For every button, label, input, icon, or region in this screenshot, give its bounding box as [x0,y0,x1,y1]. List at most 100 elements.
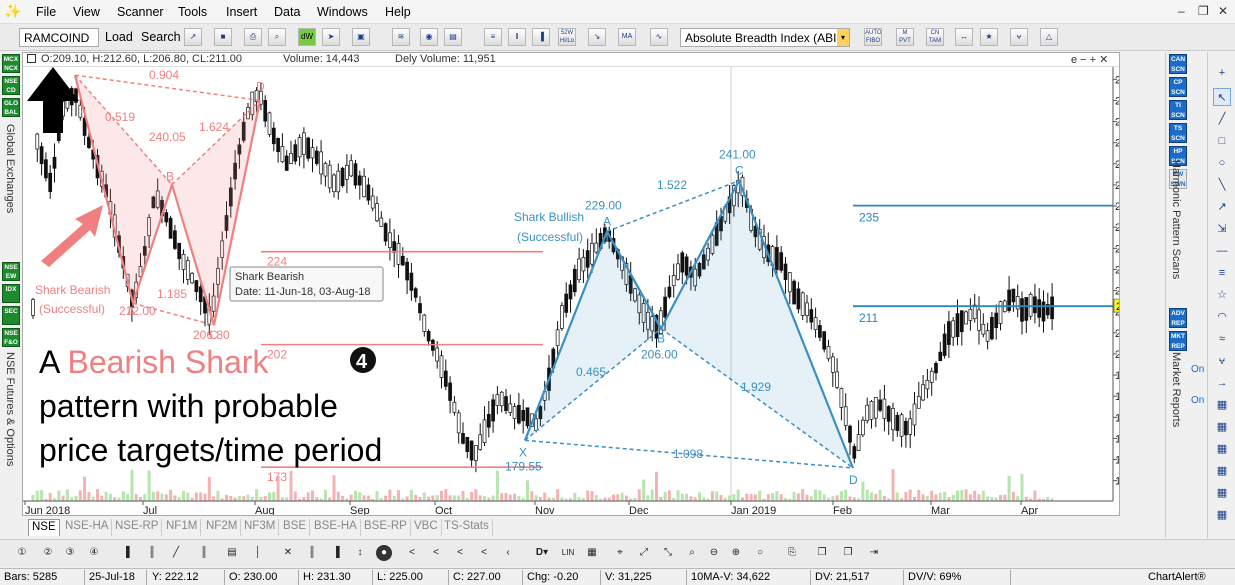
zoom-in-icon[interactable]: ⊕ [728,545,744,561]
fan-icon[interactable]: ⩝ [1010,28,1028,46]
mkt-rep-button[interactable]: MKT REP [1169,331,1187,351]
pnf-icon[interactable]: ✕ [280,545,296,561]
line-icon[interactable]: ╱ [1213,110,1231,128]
angle-icon[interactable]: < [404,545,420,561]
nse-fo-button[interactable]: NSE F&O [2,328,20,347]
ma-icon[interactable]: MA [618,28,636,46]
print-icon[interactable]: ⎙ [244,28,262,46]
menu-windows[interactable]: Windows [317,5,368,19]
tab-vbc[interactable]: VBC [411,519,442,536]
tb-icon[interactable]: ║ [304,545,320,561]
cntam-icon[interactable]: CN TAM [926,28,944,46]
chevron-down-icon[interactable]: ▾ [837,29,849,46]
global-button[interactable]: GLO BAL [2,98,20,117]
link-icon[interactable]: ≋ [392,28,410,46]
grid6-icon[interactable]: ▦ [1213,506,1231,524]
data-123c-icon[interactable]: ③ [62,545,78,561]
kagi-icon[interactable]: │ [250,545,266,561]
record-icon[interactable]: ● [376,545,392,561]
price-chart[interactable]: B A C D 0.904 0.519 1.624 1.185 240.05 212.00 206.… [23,53,1119,515]
channel-icon[interactable]: ⇲ [1213,220,1231,238]
nse-ew-button[interactable]: NSE EW [2,262,20,281]
watchlist-icon[interactable]: ◉ [420,28,438,46]
bars-icon[interactable]: ≡ [484,28,502,46]
zoom-out-icon[interactable]: ⊖ [706,545,722,561]
tab-bse[interactable]: BSE [280,519,311,536]
angle2-icon[interactable]: < [428,545,444,561]
line-chart-icon[interactable]: ╱ [168,545,184,561]
idx-button[interactable]: IDX [2,284,20,303]
misc-chart-icon[interactable]: ↕ [352,545,368,561]
cp-scn-button[interactable]: CP SCN [1169,77,1187,97]
notes-icon[interactable]: ⎘ [784,545,800,561]
load-button[interactable]: Load [105,30,133,44]
arrow-tool-icon[interactable]: ➤ [322,28,340,46]
indicator-select[interactable]: Absolute Breadth Index (ABI ▾ [680,28,850,47]
grid-toggle-icon[interactable]: ▦ [584,545,600,561]
tab-nse-rp[interactable]: NSE-RP [112,519,163,536]
chart-window-controls[interactable]: e − + ✕ [1071,53,1108,66]
toggle-on-1[interactable]: On [1191,364,1204,375]
dw-icon[interactable]: dW [298,28,316,46]
menu-scanner[interactable]: Scanner [117,5,164,19]
symbol-input[interactable]: RAMCOIND [19,28,99,47]
grid-icon[interactable]: ▦ [1213,396,1231,414]
grid3-icon[interactable]: ▦ [1213,440,1231,458]
compress-icon[interactable]: ⤡ [660,545,676,561]
menu-insert[interactable]: Insert [226,5,257,19]
autofibo-icon[interactable]: AUTO FIBO [864,28,882,46]
angle5-icon[interactable]: ‹ [500,545,516,561]
tab-bse-rp[interactable]: BSE-RP [361,519,411,536]
chart-panel[interactable]: B A C D 0.904 0.519 1.624 1.185 240.05 212.00 206.… [22,52,1120,516]
tab-nse-ha[interactable]: NSE-HA [62,519,113,536]
menu-data[interactable]: Data [274,5,300,19]
angle3-icon[interactable]: < [452,545,468,561]
fib-icon[interactable]: ≡ [1213,264,1231,282]
close-icon[interactable]: ✕ [1218,4,1228,18]
zoom-icon[interactable]: ⌕ [684,545,700,561]
data-123b-icon[interactable]: ② [40,545,56,561]
heikin-icon[interactable]: ║ [196,545,212,561]
d-menu-icon[interactable]: D▾ [534,545,550,561]
copy-icon[interactable]: ❐ [814,545,830,561]
sl-line-icon[interactable]: ╲ [1213,176,1231,194]
fan-tool-icon[interactable]: ⩝ [1213,352,1231,370]
vol-chart-icon[interactable]: ▐ [328,545,344,561]
layout-icon[interactable]: ▤ [444,28,462,46]
ts-scn-button[interactable]: TS SCN [1169,123,1187,143]
save-icon[interactable]: ■ [214,28,232,46]
restore-icon[interactable]: ❐ [1198,4,1209,18]
can-scn-button[interactable]: CAN SCN [1169,54,1187,74]
cycle-icon[interactable]: ≈ [1213,330,1231,348]
bar-chart-icon[interactable]: ▐ [118,545,134,561]
indicator-icon[interactable]: ∿ [650,28,668,46]
arc-icon[interactable]: ◠ [1213,308,1231,326]
angle4-icon[interactable]: < [476,545,492,561]
menu-view[interactable]: View [73,5,100,19]
minimize-icon[interactable]: – [1178,4,1185,18]
paste-icon[interactable]: ❐ [840,545,856,561]
menu-file[interactable]: File [36,5,56,19]
tab-nse[interactable]: NSE [28,519,60,536]
export-icon[interactable]: ⇥ [866,545,882,561]
tab-nf3m[interactable]: NF3M [241,519,280,536]
menu-help[interactable]: Help [385,5,411,19]
grid5-icon[interactable]: ▦ [1213,484,1231,502]
adv-rep-button[interactable]: ADV REP [1169,308,1187,328]
template-icon[interactable]: ▣ [352,28,370,46]
tab-ts-stats[interactable]: TS-Stats [441,519,493,536]
grid4-icon[interactable]: ▦ [1213,462,1231,480]
tab-nf1m[interactable]: NF1M [163,519,202,536]
renko-icon[interactable]: ▤ [224,545,240,561]
pointer-icon[interactable]: ↖ [1213,88,1231,106]
menu-tools[interactable]: Tools [178,5,207,19]
nse-cd-button[interactable]: NSE CD [2,76,20,95]
chart-type-icon[interactable]: ↗ [184,28,202,46]
pattern-icon[interactable]: △ [1040,28,1058,46]
compare-icon[interactable]: ↔ [955,28,973,46]
gann-icon[interactable]: ☆ [1213,286,1231,304]
mcx-ncx-button[interactable]: MCX NCX [2,54,20,73]
trend-icon[interactable]: ↘ [588,28,606,46]
plus-icon[interactable]: + [1213,64,1231,82]
sec-button[interactable]: SEC [2,306,20,325]
